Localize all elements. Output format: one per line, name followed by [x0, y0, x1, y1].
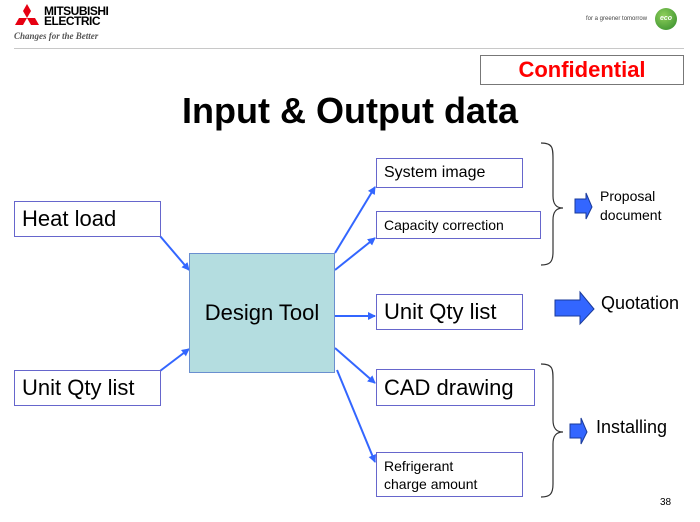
page-number: 38	[660, 497, 672, 508]
block-arrow-installing-icon	[569, 417, 588, 445]
connector-layer	[159, 142, 595, 498]
output-system-image: System image	[376, 158, 523, 188]
brace-installing	[540, 363, 564, 498]
result-quotation: Quotation	[601, 293, 680, 313]
output-unit-qty-list: Unit Qty list	[376, 294, 523, 330]
arrow-tool-to-refrigerant	[336, 369, 377, 463]
input-heat-load-label: Heat load	[22, 206, 117, 231]
input-unit-qty-list: Unit Qty list	[14, 370, 161, 406]
input-heat-load: Heat load	[14, 201, 161, 237]
output-capacity-correction: Capacity correction	[376, 211, 541, 239]
block-arrow-quotation-icon	[554, 290, 595, 326]
block-arrow-proposal-icon	[574, 192, 593, 220]
design-tool-label: Design Tool	[204, 300, 320, 325]
output-refrigerant-charge: Refrigerant charge amount	[376, 452, 523, 497]
result-installing: Installing	[596, 417, 668, 437]
design-tool-box: Design Tool	[189, 253, 335, 373]
arrow-unit-qty-to-tool	[159, 348, 190, 372]
output-system-image-label: System image	[384, 164, 486, 181]
result-proposal-document: Proposal document	[600, 188, 662, 223]
arrow-heat-load-to-tool	[159, 235, 190, 271]
output-cad-drawing-label: CAD drawing	[384, 374, 514, 400]
input-unit-qty-list-label: Unit Qty list	[22, 375, 135, 400]
output-cad-drawing: CAD drawing	[376, 369, 535, 406]
output-unit-qty-list-label: Unit Qty list	[384, 299, 497, 324]
output-refrigerant-charge-label: Refrigerant charge amount	[384, 457, 478, 492]
output-capacity-correction-label: Capacity correction	[384, 217, 504, 233]
brace-proposal	[540, 142, 564, 266]
